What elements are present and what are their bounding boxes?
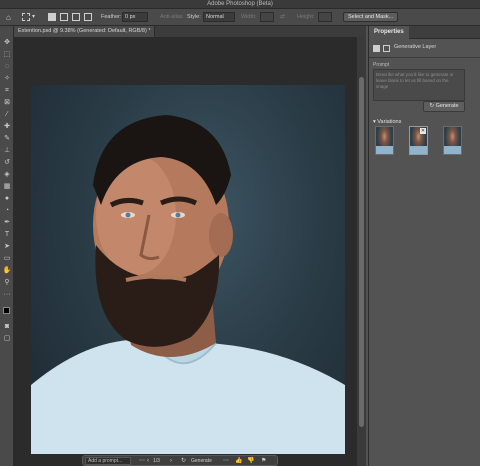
clone-stamp-tool-icon[interactable]: ⊥	[2, 146, 12, 155]
brush-tool-icon[interactable]: ✎	[2, 134, 12, 143]
new-selection-icon[interactable]	[48, 13, 56, 21]
options-icon[interactable]: ⋯	[139, 457, 145, 466]
crop-tool-icon[interactable]: ⌗	[2, 86, 12, 95]
intersect-selection-icon[interactable]	[84, 13, 92, 21]
add-selection-icon[interactable]	[60, 13, 68, 21]
variation-thumbnail-2[interactable]: ✕	[409, 126, 428, 155]
pen-tool-icon[interactable]: ✒	[2, 218, 12, 227]
variations-label: Variations	[377, 119, 402, 125]
home-icon[interactable]: ⌂	[6, 13, 11, 22]
document-tab-bar: Extention.psd @ 9.38% (Generated: Defaul…	[14, 26, 366, 37]
variation-thumbnail-1[interactable]	[375, 126, 394, 155]
rectangle-marquee-icon[interactable]	[22, 13, 30, 21]
chevron-down-icon[interactable]: ▾	[32, 13, 35, 22]
task-bar-prompt-input[interactable]: Add a prompt...	[85, 457, 131, 465]
type-tool-icon[interactable]: T	[2, 230, 12, 239]
portrait-image	[31, 115, 345, 454]
path-selection-tool-icon[interactable]: ➤	[2, 242, 12, 251]
swap-icon[interactable]: ⇄	[280, 13, 285, 22]
width-input[interactable]	[260, 12, 274, 22]
width-label: Width:	[241, 14, 257, 20]
layer-thumbnail-icon	[373, 45, 380, 52]
gradient-tool-icon[interactable]: ▦	[2, 182, 12, 191]
more-options-icon[interactable]: ⋯	[223, 457, 229, 466]
quick-mask-icon[interactable]: ◙	[2, 322, 12, 331]
previous-variation-icon[interactable]: ‹	[147, 457, 149, 466]
task-bar-generate-button[interactable]: Generate	[191, 457, 212, 466]
move-tool-icon[interactable]: ✥	[2, 38, 12, 47]
style-label: Style:	[187, 14, 201, 20]
subtract-selection-icon[interactable]	[72, 13, 80, 21]
anti-alias-label: Anti-alias	[160, 14, 183, 20]
healing-brush-tool-icon[interactable]: ✚	[2, 122, 12, 131]
layer-mask-icon	[383, 45, 390, 52]
variations-header[interactable]: ▾ Variations	[373, 119, 401, 125]
panel-header: Properties	[369, 26, 480, 39]
more-tools-icon[interactable]: ···	[2, 290, 12, 299]
foreground-color-swatch[interactable]	[3, 307, 10, 314]
variation-page-indicator: 1/3	[153, 458, 160, 464]
options-bar: ⌂ ▾ Feather: 0 px Anti-alias Style: Norm…	[0, 9, 480, 26]
variation-thumbnail-3[interactable]	[443, 126, 462, 155]
close-icon[interactable]: ✕	[420, 128, 426, 134]
feather-label: Feather:	[101, 14, 122, 20]
refresh-icon[interactable]: ↻	[181, 457, 186, 466]
document-canvas[interactable]	[31, 85, 345, 454]
canvas-area[interactable]	[14, 37, 366, 466]
blur-tool-icon[interactable]: ●	[2, 194, 12, 203]
tab-properties[interactable]: Properties	[369, 26, 409, 39]
eraser-tool-icon[interactable]: ◈	[2, 170, 12, 179]
eyedropper-tool-icon[interactable]: ⁄	[2, 110, 12, 119]
next-variation-icon[interactable]: ›	[170, 457, 172, 466]
object-selection-tool-icon[interactable]: ✧	[2, 74, 12, 83]
frame-tool-icon[interactable]: ⊠	[2, 98, 12, 107]
thumbs-down-icon[interactable]: 👎	[247, 457, 254, 466]
style-select[interactable]: Normal	[203, 12, 235, 22]
lasso-tool-icon[interactable]: ◌	[2, 62, 12, 71]
generate-button-label: Generate	[435, 103, 459, 109]
layer-name: Generative Layer	[394, 44, 437, 50]
flag-icon[interactable]: ⚑	[261, 457, 266, 466]
contextual-task-bar: Add a prompt... ⋯ ‹ 1/3 › ↻ Generate ⋯ 👍…	[82, 455, 278, 466]
scrollbar-thumb[interactable]	[359, 77, 364, 427]
properties-panel: Properties Generative Layer Prompt Descr…	[368, 26, 480, 466]
title-bar: Adobe Photoshop (Beta)	[0, 0, 480, 9]
document-tab[interactable]: Extention.psd @ 9.38% (Generated: Defaul…	[14, 26, 156, 37]
window-title: Adobe Photoshop (Beta)	[207, 1, 273, 7]
screen-mode-icon[interactable]: ▢	[2, 334, 12, 343]
height-input[interactable]	[318, 12, 332, 22]
vertical-scrollbar[interactable]	[357, 37, 366, 466]
marquee-tool-icon[interactable]: ⬚	[2, 50, 12, 59]
height-label: Height:	[297, 14, 315, 20]
dodge-tool-icon[interactable]: ◔	[2, 206, 12, 215]
select-and-mask-button[interactable]: Select and Mask...	[343, 12, 399, 22]
rectangle-tool-icon[interactable]: ▭	[2, 254, 12, 263]
prompt-label: Prompt	[373, 62, 390, 68]
history-brush-tool-icon[interactable]: ↺	[2, 158, 12, 167]
divider	[369, 57, 480, 58]
tools-panel: ✥ ⬚ ◌ ✧ ⌗ ⊠ ⁄ ✚ ✎ ⊥ ↺ ◈ ▦ ● ◔ ✒ T ➤ ▭ ✋ …	[0, 26, 14, 466]
feather-input[interactable]: 0 px	[122, 12, 148, 22]
generate-button[interactable]: ↻ Generate	[423, 101, 465, 112]
hand-tool-icon[interactable]: ✋	[2, 266, 12, 275]
thumbs-up-icon[interactable]: 👍	[235, 457, 242, 466]
zoom-tool-icon[interactable]: ⚲	[2, 278, 12, 287]
prompt-textarea[interactable]: Describe what you'd like to generate or …	[373, 69, 465, 101]
